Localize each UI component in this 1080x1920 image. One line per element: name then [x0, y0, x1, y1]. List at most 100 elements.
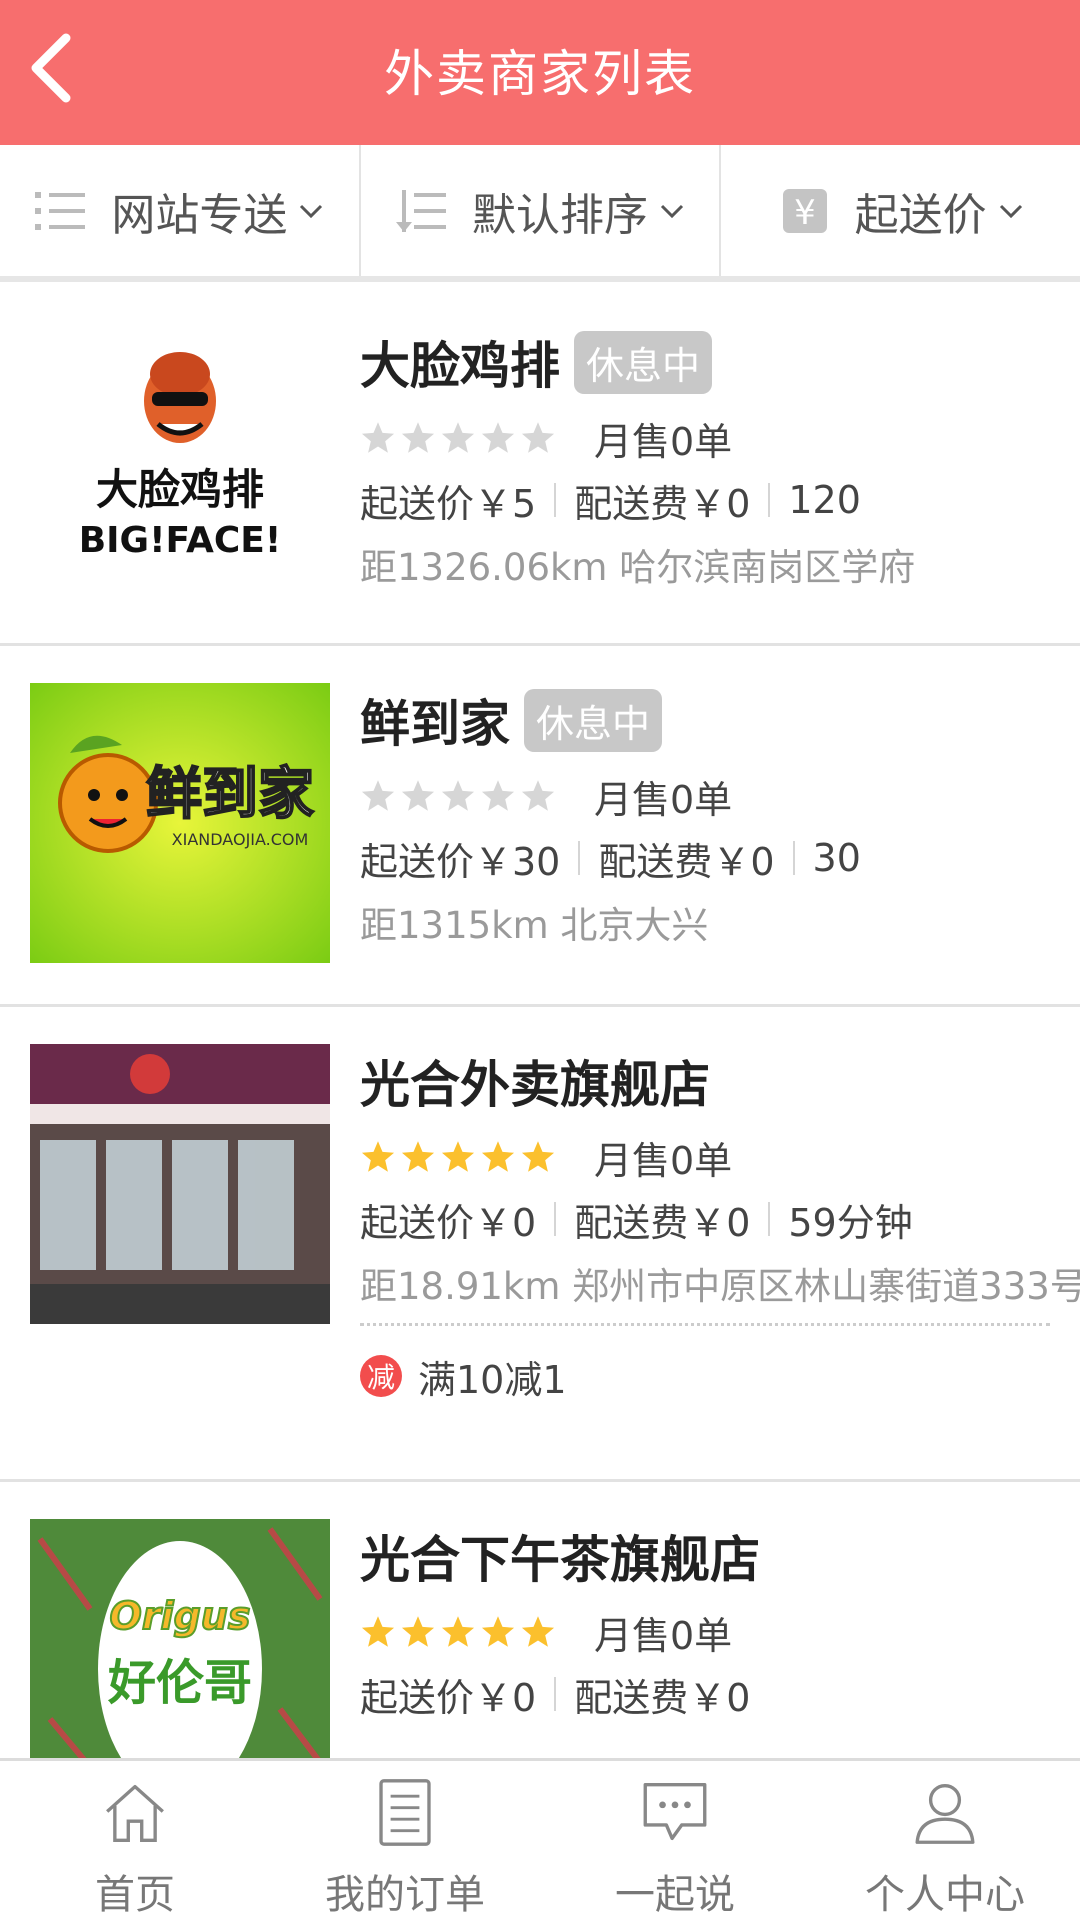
shop-logo: 鲜到家 XIANDAOJIA.COM — [30, 683, 330, 963]
shop-logo: 大脸鸡排 BIG!FACE! — [30, 326, 330, 606]
delivery-fee: 配送费￥0 — [574, 481, 751, 526]
tab-chat[interactable]: 一起说 — [540, 1761, 810, 1920]
chevron-down-icon — [999, 204, 1022, 218]
divider — [554, 1202, 557, 1236]
tab-profile[interactable]: 个人中心 — [810, 1761, 1080, 1920]
user-icon — [915, 1783, 975, 1844]
shop-name: 大脸鸡排 — [360, 337, 560, 395]
filter-sort-label: 默认排序 — [472, 189, 648, 241]
bottom-tab-bar: 首页 我的订单 一起说 个人中心 — [0, 1758, 1080, 1920]
star-icon — [401, 1616, 435, 1647]
star-icon — [521, 422, 555, 453]
svg-text:Origus: Origus — [110, 1594, 251, 1638]
discount-badge-icon: 减 — [360, 1355, 402, 1397]
shop-logo: Origus 好伦哥 — [30, 1519, 330, 1758]
rating-stars — [360, 420, 560, 456]
svg-text:XIANDAOJIA.COM: XIANDAOJIA.COM — [172, 830, 309, 849]
delivery-fee: 配送费￥0 — [598, 839, 775, 884]
chevron-down-icon — [300, 204, 323, 218]
star-icon — [401, 780, 435, 811]
shop-item[interactable]: Origus 好伦哥 光合下午茶旗舰店 月售0单 起送价￥0 配送费￥0 — [0, 1482, 1080, 1758]
min-order: 起送价￥0 — [360, 1675, 537, 1720]
tab-label: 个人中心 — [865, 1872, 1025, 1918]
monthly-sales: 月售0单 — [594, 419, 733, 464]
shop-item[interactable]: 大脸鸡排 BIG!FACE! 大脸鸡排 休息中 月售0单 起送价￥5 配送费￥0… — [0, 288, 1080, 646]
yen-icon: ¥ — [782, 188, 827, 233]
sort-icon — [396, 189, 446, 232]
star-icon — [401, 422, 435, 453]
svg-text:¥: ¥ — [794, 193, 816, 233]
rating-stars — [360, 778, 560, 814]
star-icon — [521, 1141, 555, 1172]
tab-label: 一起说 — [615, 1872, 735, 1918]
min-order: 起送价￥30 — [360, 839, 561, 884]
shop-address: 距18.91km 郑州市中原区林山寨街道333号 — [360, 1265, 1080, 1308]
svg-text:鲜到家: 鲜到家 — [146, 762, 314, 827]
page-title: 外卖商家列表 — [384, 45, 696, 103]
star-icon — [361, 1141, 395, 1172]
delivery-extra: 120 — [788, 478, 861, 522]
shop-item[interactable]: 光合外卖旗舰店 月售0单 起送价￥0 配送费￥0 59分钟 距18.91km 郑… — [0, 1007, 1080, 1482]
chat-icon — [643, 1782, 707, 1841]
star-icon — [521, 780, 555, 811]
filter-sort[interactable]: 默认排序 — [358, 145, 720, 276]
star-icon — [481, 1141, 515, 1172]
home-icon — [106, 1784, 164, 1843]
divider — [554, 483, 557, 517]
promotion-text: 满10减1 — [418, 1357, 567, 1402]
orders-icon — [379, 1779, 431, 1846]
tab-label: 首页 — [95, 1872, 175, 1918]
status-badge: 休息中 — [574, 330, 713, 394]
star-icon — [441, 1141, 475, 1172]
star-icon — [441, 780, 475, 811]
star-icon — [481, 422, 515, 453]
app-header: 外卖商家列表 — [0, 0, 1080, 145]
star-icon — [441, 1616, 475, 1647]
min-order: 起送价￥5 — [360, 481, 537, 526]
svg-text:BIG!FACE!: BIG!FACE! — [79, 520, 282, 561]
delivery-fee: 配送费￥0 — [574, 1675, 751, 1720]
shop-item[interactable]: 鲜到家 XIANDAOJIA.COM 鲜到家 休息中 月售0单 起送价￥30 配… — [0, 646, 1080, 1007]
delivery-time: 59分钟 — [788, 1200, 913, 1245]
star-icon — [441, 422, 475, 453]
star-icon — [361, 1616, 395, 1647]
svg-text:好伦哥: 好伦哥 — [107, 1655, 252, 1711]
tab-orders[interactable]: 我的订单 — [270, 1761, 540, 1920]
shop-address: 距1315km 北京大兴 — [360, 904, 709, 947]
delivery-extra: 30 — [812, 836, 861, 880]
monthly-sales: 月售0单 — [594, 1613, 733, 1658]
promotion: 减 满10减1 — [360, 1326, 1060, 1426]
star-icon — [481, 780, 515, 811]
star-icon — [361, 780, 395, 811]
monthly-sales: 月售0单 — [594, 1138, 733, 1183]
tab-home[interactable]: 首页 — [0, 1761, 270, 1920]
star-icon — [361, 422, 395, 453]
divider — [554, 1677, 557, 1711]
shop-photo — [30, 1044, 330, 1324]
star-icon — [521, 1616, 555, 1647]
svg-text:大脸鸡排: 大脸鸡排 — [96, 465, 264, 514]
divider — [768, 483, 771, 517]
shop-address: 距1326.06km 哈尔滨南岗区学府 — [360, 546, 916, 589]
list-icon — [35, 191, 86, 230]
shop-list: 大脸鸡排 BIG!FACE! 大脸鸡排 休息中 月售0单 起送价￥5 配送费￥0… — [0, 288, 1080, 1758]
filter-min-order-label: 起送价 — [854, 189, 987, 241]
shop-name: 光合外卖旗舰店 — [360, 1056, 710, 1114]
shop-name: 光合下午茶旗舰店 — [360, 1531, 760, 1589]
monthly-sales: 月售0单 — [594, 777, 733, 822]
filter-min-order[interactable]: ¥ 起送价 — [719, 145, 1080, 276]
divider — [792, 841, 795, 875]
filter-delivery[interactable]: 网站专送 — [0, 145, 359, 276]
shop-name: 鲜到家 — [360, 695, 510, 753]
rating-stars — [360, 1614, 560, 1650]
filter-bar: 网站专送 默认排序 ¥ 起送价 — [0, 145, 1080, 282]
divider — [578, 841, 581, 875]
star-icon — [481, 1616, 515, 1647]
rating-stars — [360, 1139, 560, 1175]
min-order: 起送价￥0 — [360, 1200, 537, 1245]
chevron-down-icon — [660, 204, 684, 218]
status-badge: 休息中 — [524, 688, 663, 752]
star-icon — [401, 1141, 435, 1172]
filter-delivery-label: 网站专送 — [111, 189, 288, 241]
delivery-fee: 配送费￥0 — [574, 1200, 751, 1245]
